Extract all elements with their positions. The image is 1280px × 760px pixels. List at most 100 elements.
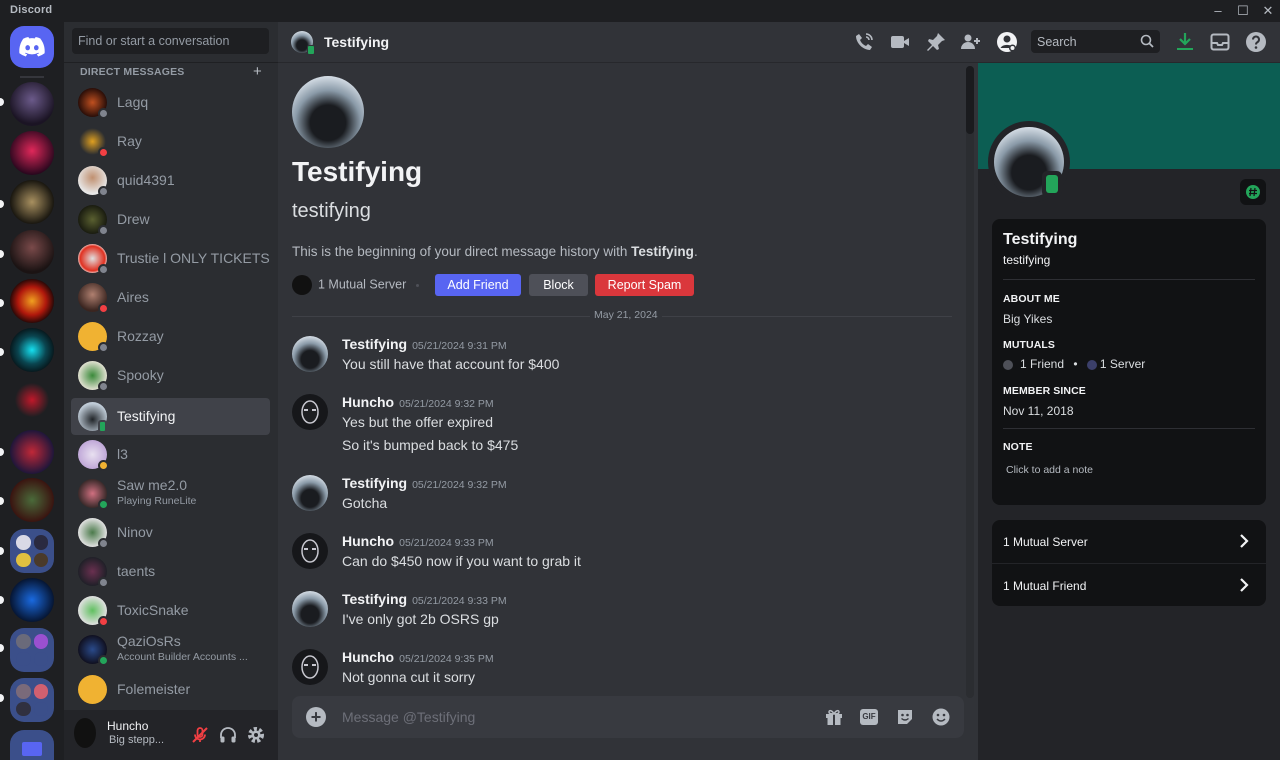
emoji-icon[interactable] [931,707,951,727]
message-timestamp: 05/21/2024 9:33 PM [412,595,507,607]
user-profile-icon[interactable] [996,31,1018,53]
avatar [78,675,107,704]
sticker-icon[interactable] [895,707,915,727]
dm-item-label: Testifying [117,408,176,424]
dm-item-saw-me[interactable]: Saw me2.0 Playing RuneLite [71,475,270,512]
avatar[interactable] [292,533,328,569]
dm-item-lagq[interactable]: Lagq [71,84,270,121]
dm-item-label: Ninov [117,524,153,540]
create-dm-button[interactable]: + [253,63,262,80]
intro-description: This is the beginning of your direct mes… [292,244,698,259]
upload-plus-icon[interactable]: + [306,707,326,727]
home-button[interactable] [10,26,54,68]
server-icon[interactable] [10,478,54,522]
mutual-servers-row[interactable]: 1 Mutual Server [992,520,1266,563]
dm-item-folemeister[interactable]: Folemeister [71,671,270,708]
avatar[interactable] [74,718,96,748]
dm-item-label: QaziOsRs [117,633,181,649]
message-text: Yes but the offer expired [342,414,493,430]
message-input[interactable]: Message @Testifying [342,709,475,725]
message-author[interactable]: Testifying 05/21/2024 9:33 PM [342,591,507,607]
chat-scrollbar[interactable] [966,66,974,698]
pin-icon[interactable] [925,31,947,53]
scrollbar-thumb[interactable] [966,66,974,134]
avatar[interactable] [292,591,328,627]
close-button[interactable]: ✕ [1256,2,1280,20]
headphones-icon[interactable] [218,725,238,745]
message-author[interactable]: Testifying 05/21/2024 9:31 PM [342,336,507,352]
gift-icon[interactable] [824,707,844,727]
dm-item-spooky[interactable]: Spooky [71,357,270,394]
gear-icon[interactable] [246,725,266,745]
server-folder[interactable] [10,529,54,573]
message-text: I've only got 2b OSRS gp [342,611,499,627]
server-icon[interactable] [10,279,54,323]
status-mobile-icon [1042,171,1062,197]
server-icon[interactable] [10,378,54,422]
window-titlebar: Discord – ☐ ✕ [0,0,1280,22]
mic-muted-icon[interactable] [190,725,210,745]
message-text: Can do $450 now if you want to grab it [342,553,581,569]
server-icon[interactable] [10,328,54,372]
server-icon[interactable] [10,578,54,622]
unread-indicator [0,448,4,456]
block-button[interactable]: Block [529,274,588,296]
maximize-button[interactable]: ☐ [1231,2,1255,20]
minimize-button[interactable]: – [1206,2,1230,20]
dm-item-toxicsnake[interactable]: ToxicSnake [71,592,270,629]
divider-dot [416,284,419,287]
avatar[interactable] [292,649,328,685]
dm-item-quid4391[interactable]: quid4391 [71,162,270,199]
avatar[interactable] [292,475,328,511]
voice-call-icon[interactable] [853,31,875,53]
dm-item-drew[interactable]: Drew [71,201,270,238]
profile-display-name: Testifying [1003,231,1078,248]
server-icon[interactable] [10,230,54,274]
mutual-friends-row[interactable]: 1 Mutual Friend [992,563,1266,606]
server-folder[interactable] [10,730,54,760]
dm-item-testifying[interactable]: Testifying [71,398,270,435]
intro-display-name: Testifying [292,156,423,187]
dm-item-label: Aires [117,289,149,305]
note-label: NOTE [1003,441,1033,453]
download-icon[interactable] [1174,31,1196,53]
server-icon[interactable] [10,131,54,175]
dm-item-trustie[interactable]: Trustie l ONLY TICKETS [71,240,270,277]
add-user-icon[interactable] [960,31,982,53]
message-author[interactable]: Testifying 05/21/2024 9:32 PM [342,475,507,491]
message-composer[interactable]: + Message @Testifying GIF [292,696,964,738]
message-author[interactable]: Huncho 05/21/2024 9:35 PM [342,649,494,665]
server-icon[interactable] [10,430,54,474]
server-icon[interactable] [10,82,54,126]
avatar [292,76,364,148]
find-conversation-button[interactable]: Find or start a conversation [72,28,269,54]
dm-item-rozzay[interactable]: Rozzay [71,318,270,355]
dm-item-taents[interactable]: taents [71,553,270,590]
server-icon[interactable] [10,180,54,224]
dm-item-ninov[interactable]: Ninov [71,514,270,551]
dm-item-qaziosrs[interactable]: QaziOsRs Account Builder Accounts ... [71,631,270,668]
gif-button[interactable]: GIF [860,709,878,725]
avatar[interactable] [292,336,328,372]
help-icon[interactable] [1245,31,1267,53]
dm-item-ray[interactable]: Ray [71,123,270,160]
video-call-icon[interactable] [889,31,911,53]
mutuals-row[interactable]: 1 Friend • 1 Server [1003,357,1145,371]
note-input[interactable]: Click to add a note [1006,464,1093,476]
mutual-servers-label: 1 Mutual Server [1003,535,1088,549]
profile-badge[interactable] [1240,179,1266,205]
inbox-icon[interactable] [1209,31,1231,53]
add-friend-button[interactable]: Add Friend [435,274,521,296]
search-input[interactable]: Search [1031,30,1160,53]
user-name: Huncho [107,719,149,733]
dm-item-aires[interactable]: Aires [71,279,270,316]
dm-item-l3[interactable]: l3 [71,436,270,473]
avatar[interactable] [292,394,328,430]
message-author[interactable]: Huncho 05/21/2024 9:32 PM [342,394,494,410]
message-timestamp: 05/21/2024 9:35 PM [399,653,494,665]
message-author[interactable]: Huncho 05/21/2024 9:33 PM [342,533,494,549]
report-spam-button[interactable]: Report Spam [595,274,694,296]
server-folder[interactable] [10,628,54,672]
server-folder[interactable] [10,678,54,722]
mutual-server-link[interactable]: 1 Mutual Server [292,275,406,295]
